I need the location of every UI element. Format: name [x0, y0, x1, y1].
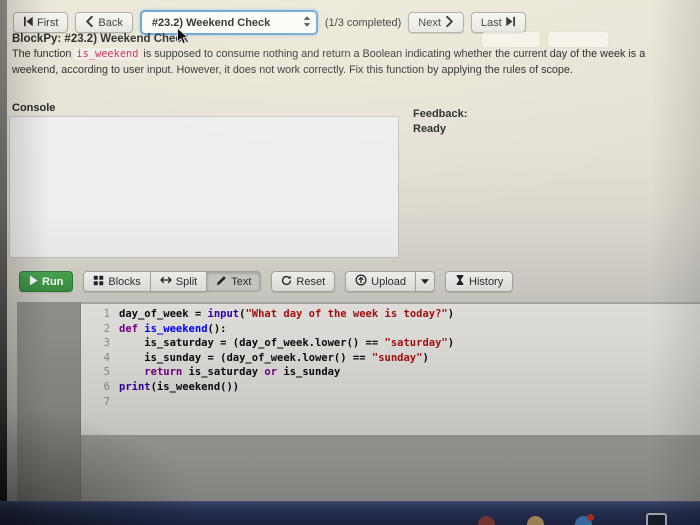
line-number: 4: [103, 351, 110, 364]
code-editor[interactable]: 1 day_of_week = input("What day of the we…: [81, 304, 700, 435]
windows-taskbar[interactable]: [0, 501, 700, 525]
line-number: 2: [103, 322, 110, 335]
line-number: 3: [103, 337, 110, 350]
code-line[interactable]: 2 def is_weekend():: [81, 322, 700, 337]
code-text: is_sunday = (day_of_week.lower() == "sun…: [119, 351, 429, 364]
taskbar-app-tan[interactable]: [527, 516, 544, 525]
hourglass-icon: [455, 274, 465, 289]
first-button-label: First: [37, 16, 59, 29]
line-number: 1: [103, 308, 110, 320]
console-label: Console: [12, 102, 56, 114]
history-button[interactable]: History: [445, 271, 514, 292]
code-line[interactable]: 1 day_of_week = input("What day of the we…: [81, 307, 700, 322]
upload-icon: [355, 274, 367, 289]
code-line[interactable]: 3 is_saturday = (day_of_week.lower() == …: [81, 336, 700, 351]
code-text: day_of_week = input("What day of the wee…: [119, 308, 455, 320]
monitor-bezel: [0, 0, 7, 525]
blocks-button-label: Blocks: [108, 275, 141, 288]
blocks-grid-icon: [93, 275, 104, 289]
line-number: 5: [103, 366, 110, 379]
blocks-mode-button[interactable]: Blocks: [83, 271, 151, 292]
view-mode-group: Blocks Split Text: [83, 271, 262, 292]
assignment-select-value: #23.2) Weekend Check: [151, 16, 271, 29]
back-button[interactable]: Back: [75, 12, 133, 33]
back-button-label: Back: [98, 16, 123, 29]
taskbar-app-red[interactable]: [478, 516, 495, 525]
feedback-status: Ready: [413, 123, 447, 135]
first-button[interactable]: First: [13, 12, 69, 33]
history-button-label: History: [469, 275, 504, 288]
progress-counter: (1/3 completed): [324, 16, 402, 29]
assignment-navbar: First Back #23.2) Weekend Check (1/3 com…: [13, 10, 526, 35]
taskbar-app-blue[interactable]: [575, 514, 594, 525]
next-button-label: Next: [418, 16, 441, 29]
feedback-panel: Feedback: Ready: [413, 108, 467, 135]
app-label: BlockPy:: [12, 33, 62, 45]
caret-down-icon: [421, 276, 429, 288]
chevron-right-icon: [445, 15, 454, 30]
run-button-label: Run: [42, 275, 64, 288]
code-line[interactable]: 4 is_sunday = (day_of_week.lower() == "s…: [81, 351, 700, 366]
page-title: BlockPy: #23.2) Weekend Check: [12, 33, 188, 45]
code-text: print(is_weekend()): [119, 380, 240, 393]
assignment-description: The function is_weekend is supposed to c…: [12, 47, 678, 78]
taskbar-app-dark[interactable]: [646, 513, 667, 525]
code-text: def is_weekend():: [119, 322, 227, 335]
editor-toolbar: Run Blocks Split Text Reset Upload Histo…: [19, 271, 514, 292]
play-icon: [29, 275, 38, 289]
code-lines: 1 day_of_week = input("What day of the we…: [81, 307, 700, 409]
next-button[interactable]: Next: [408, 12, 464, 33]
last-button[interactable]: Last: [470, 12, 526, 33]
upload-button[interactable]: Upload: [345, 271, 416, 292]
split-mode-button[interactable]: Split: [149, 271, 208, 292]
text-mode-button[interactable]: Text: [206, 271, 262, 292]
notification-badge: [587, 514, 594, 521]
editor-side-strip: [17, 302, 81, 502]
upload-group: Upload: [345, 271, 435, 292]
pencil-icon: [216, 275, 227, 289]
code-line[interactable]: 6 print(is_weekend()): [81, 380, 700, 395]
select-spinner-icon: [302, 15, 312, 31]
screen-photo: First Back #23.2) Weekend Check (1/3 com…: [0, 0, 700, 525]
reset-refresh-icon: [281, 275, 292, 289]
upload-button-label: Upload: [371, 275, 406, 288]
blockpy-app: First Back #23.2) Weekend Check (1/3 com…: [7, 0, 700, 502]
assignment-title: #23.2) Weekend Check: [64, 33, 189, 45]
code-text: is_saturday = (day_of_week.lower() == "s…: [119, 337, 455, 350]
reset-button-label: Reset: [296, 275, 326, 288]
line-number: 7: [103, 395, 110, 408]
upload-dropdown-button[interactable]: [415, 271, 435, 292]
mouse-cursor: [176, 26, 189, 51]
split-arrows-icon: [160, 275, 172, 288]
last-button-label: Last: [480, 16, 502, 29]
assignment-select[interactable]: #23.2) Weekend Check: [139, 10, 318, 35]
console-output: [9, 116, 399, 258]
reset-button[interactable]: Reset: [271, 271, 336, 292]
screen-glare-artifact: [548, 32, 608, 47]
code-line[interactable]: 7: [81, 395, 700, 410]
skip-start-icon: [23, 16, 33, 30]
feedback-label: Feedback:: [413, 108, 468, 120]
inline-code-is-weekend: is_weekend: [74, 48, 141, 60]
line-number: 6: [103, 380, 110, 393]
text-button-label: Text: [231, 275, 252, 288]
code-line[interactable]: 5 return is_saturday or is_sunday: [81, 365, 700, 380]
split-button-label: Split: [175, 275, 198, 288]
description-text: The function: [12, 48, 75, 60]
editor-panel: 1 day_of_week = input("What day of the we…: [17, 302, 700, 502]
code-text: return is_saturday or is_sunday: [144, 366, 341, 379]
run-button[interactable]: Run: [19, 271, 74, 292]
skip-end-icon: [506, 16, 516, 30]
chevron-left-icon: [85, 15, 94, 30]
screen-glare-artifact: [482, 32, 540, 47]
